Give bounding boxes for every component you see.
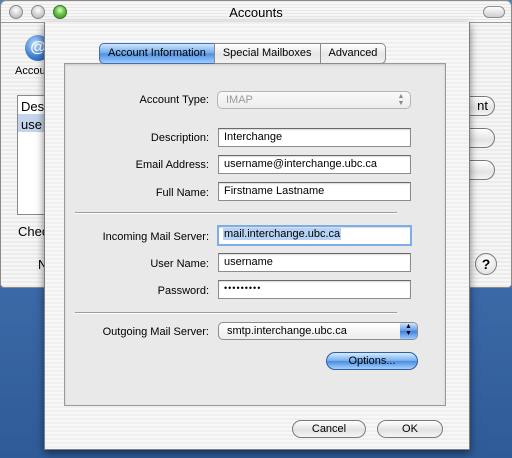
section-divider: [75, 212, 397, 214]
email-address-field[interactable]: username@interchange.ubc.ca: [218, 155, 411, 174]
outgoing-server-label: Outgoing Mail Server:: [102, 326, 209, 338]
outgoing-server-value: smtp.interchange.ubc.ca: [227, 325, 347, 337]
full-name-field[interactable]: Firstname Lastname: [218, 182, 411, 201]
description-label: Description:: [150, 132, 209, 144]
window-title: Accounts: [229, 5, 283, 20]
account-type-label: Account Type:: [139, 94, 209, 106]
account-type-popup: IMAP ▲ ▼: [217, 91, 411, 109]
incoming-server-label: Incoming Mail Server:: [102, 231, 209, 243]
incoming-server-field[interactable]: mail.interchange.ubc.ca: [217, 225, 412, 246]
description-field[interactable]: Interchange: [218, 128, 411, 147]
outgoing-server-popup[interactable]: smtp.interchange.ubc.ca ▲ ▼: [218, 322, 418, 340]
email-address-label: Email Address:: [135, 159, 209, 171]
account-sheet: Account Information Special Mailboxes Ad…: [44, 22, 470, 450]
section-divider: [75, 312, 397, 314]
toolbar-toggle-button[interactable]: [483, 6, 505, 18]
help-button[interactable]: ?: [475, 253, 497, 275]
options-button[interactable]: Options...: [326, 352, 418, 370]
tab-bar: Account Information Special Mailboxes Ad…: [99, 43, 387, 64]
user-name-field[interactable]: username: [218, 253, 411, 272]
title-bar: Accounts: [1, 1, 511, 23]
cancel-button[interactable]: Cancel: [292, 420, 366, 438]
popup-arrows-icon: ▲ ▼: [400, 323, 417, 339]
account-type-value: IMAP: [226, 94, 253, 106]
tab-account-information[interactable]: Account Information: [99, 43, 215, 64]
toolbar-label-accounts[interactable]: Accou: [15, 65, 46, 77]
password-field[interactable]: •••••••••: [218, 280, 411, 299]
tab-advanced[interactable]: Advanced: [319, 43, 387, 64]
tab-special-mailboxes[interactable]: Special Mailboxes: [213, 43, 321, 64]
ok-button[interactable]: OK: [377, 420, 443, 438]
full-name-label: Full Name:: [155, 187, 209, 199]
password-label: Password:: [157, 285, 209, 297]
user-name-label: User Name:: [150, 258, 209, 270]
incoming-server-value: mail.interchange.ubc.ca: [223, 228, 342, 240]
popup-arrows-icon: ▲ ▼: [397, 93, 405, 107]
